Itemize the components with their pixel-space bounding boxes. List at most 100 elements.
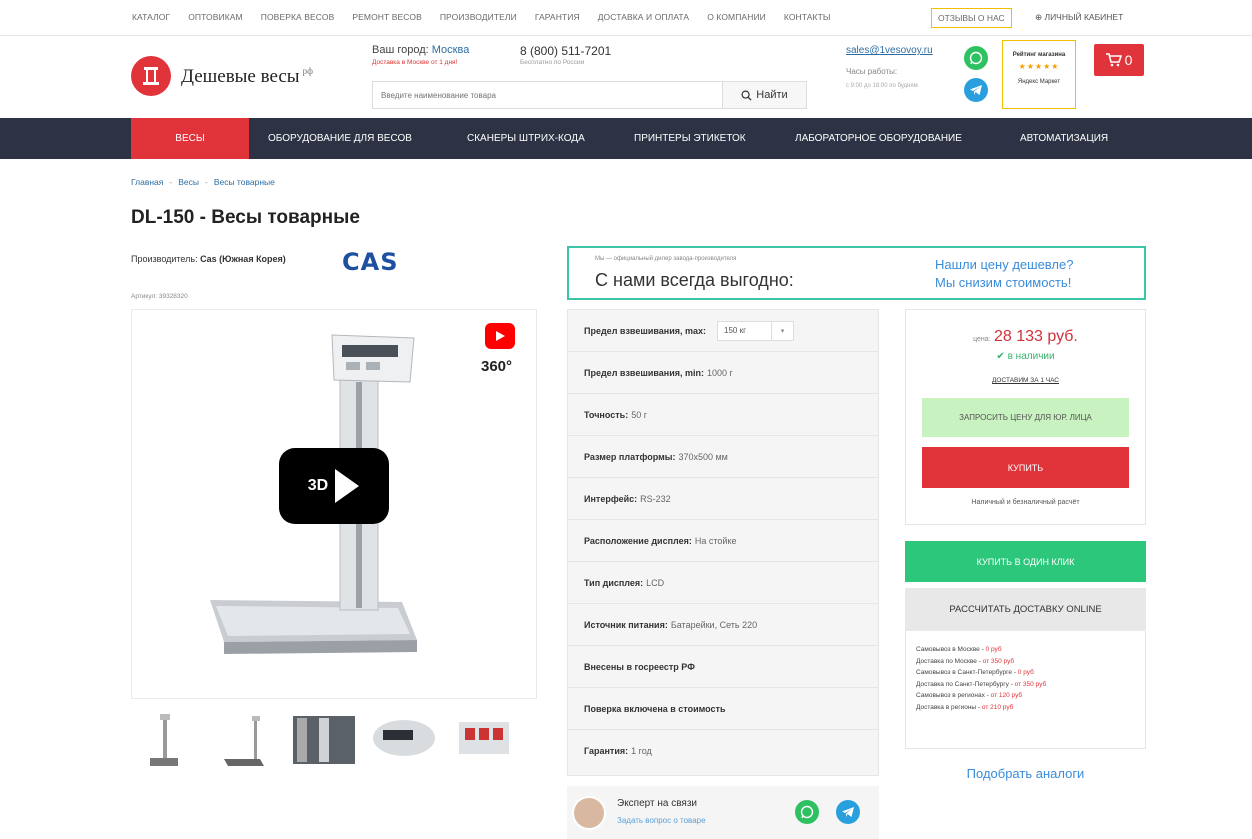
email-link[interactable]: sales@1vesovoy.ru xyxy=(846,45,933,56)
breadcrumb-current[interactable]: Весы товарные xyxy=(214,177,275,187)
logo-name: Дешевые весы xyxy=(181,66,300,87)
spec-value: На стойке xyxy=(694,535,737,546)
top-link-contacts[interactable]: Контакты xyxy=(784,12,831,22)
thumbnail[interactable] xyxy=(211,710,277,770)
product-image[interactable]: 360° 3D xyxy=(131,309,537,699)
store-rating-badge[interactable]: Рейтинг магазина ★★★★★ Яндекс Маркет xyxy=(1002,40,1076,109)
delivery-options: Самовывоз в Москве - 0 руб Доставка по М… xyxy=(905,631,1146,749)
thumbnail[interactable] xyxy=(131,710,197,770)
spec-value: 1000 г xyxy=(707,367,733,378)
spec-label: Тип дисплея: xyxy=(584,577,644,588)
city-delivery-note: Доставка в Москве от 1 дня! xyxy=(372,59,458,66)
delivery-text: Доставка в регионы - xyxy=(916,703,982,711)
nav-item-scanners[interactable]: Сканеры штрих-кода xyxy=(467,118,585,159)
breadcrumb-separator: - xyxy=(169,177,173,187)
calc-delivery-button[interactable]: Рассчитать доставку ONLINE xyxy=(905,588,1146,631)
top-link-bar: Каталог Оптовикам Поверка весов Ремонт в… xyxy=(0,0,1252,36)
promo-cheaper-link[interactable]: Нашли цену дешевле? xyxy=(935,257,1073,272)
telegram-icon xyxy=(970,85,982,95)
expert-contact: Эксперт на связи Задать вопрос о товаре xyxy=(567,786,879,839)
delivery-row: Самовывоз в Санкт-Петербурге - 0 руб xyxy=(916,667,1145,679)
phone-note: Бесплатно по России xyxy=(520,59,585,66)
expert-telegram-button[interactable] xyxy=(836,800,860,824)
stock-label: в наличии xyxy=(1007,351,1055,362)
nav-item-scales[interactable]: Весы xyxy=(131,118,249,159)
logo-text[interactable]: Дешевые весы рф xyxy=(181,66,313,88)
manufacturer: Производитель: Cas (Южная Корея) xyxy=(131,254,286,264)
breadcrumb-scales[interactable]: Весы xyxy=(178,177,199,187)
manufacturer-label: Производитель: xyxy=(131,254,198,264)
brand-logo[interactable]: CAS xyxy=(342,248,398,276)
request-legal-price-button[interactable]: Запросить цену для юр. лица xyxy=(922,398,1129,437)
city-label: Ваш город: xyxy=(372,44,429,56)
spec-row: Тип дисплея: LCD xyxy=(568,562,878,604)
breadcrumb: Главная - Весы - Весы товарные xyxy=(131,177,275,187)
whatsapp-icon xyxy=(800,805,814,819)
chevron-down-icon: ▾ xyxy=(771,321,793,340)
search-icon xyxy=(741,90,752,101)
avatar xyxy=(572,796,606,830)
city-selector[interactable]: Ваш город: Москва xyxy=(372,44,469,56)
delivery-row: Доставка по Москве - от 350 руб xyxy=(916,656,1145,668)
rating-stars: ★★★★★ xyxy=(1018,62,1060,71)
top-link-manufacturers[interactable]: Производители xyxy=(440,12,517,22)
top-link-about[interactable]: О компании xyxy=(707,12,766,22)
nav-item-equipment[interactable]: Оборудование для весов xyxy=(268,118,412,159)
promo-discount-link[interactable]: Мы снизим стоимость! xyxy=(935,275,1071,290)
stock-status: ✔ в наличии xyxy=(906,351,1145,362)
360-rotate-icon[interactable]: 360° xyxy=(481,358,512,375)
thumbnail[interactable] xyxy=(451,710,517,770)
3d-view-button[interactable]: 3D xyxy=(279,448,389,524)
find-analogs-link[interactable]: Подобрать аналоги xyxy=(905,766,1146,781)
top-link-catalog[interactable]: Каталог xyxy=(132,12,170,22)
youtube-button[interactable] xyxy=(485,323,515,349)
play-icon xyxy=(335,469,360,503)
expert-whatsapp-button[interactable] xyxy=(795,800,819,824)
hours-label: Часы работы: xyxy=(846,67,898,76)
manufacturer-value[interactable]: Cas (Южная Корея) xyxy=(200,254,286,264)
thumbnail-image xyxy=(224,716,264,766)
top-link-warranty[interactable]: Гарантия xyxy=(535,12,580,22)
reviews-link[interactable]: Отзывы о нас xyxy=(931,8,1012,28)
top-link-verification[interactable]: Поверка весов xyxy=(261,12,335,22)
search-input[interactable] xyxy=(373,82,723,108)
nav-item-automation[interactable]: Автоматизация xyxy=(1020,118,1108,159)
nav-item-lab[interactable]: Лабораторное оборудование xyxy=(795,118,962,159)
capacity-select[interactable]: 150 кг ▾ xyxy=(717,320,795,341)
spec-value: LCD xyxy=(646,577,665,588)
delivery-row: Доставка в регионы - от 210 руб xyxy=(916,702,1145,714)
logo[interactable] xyxy=(131,56,171,96)
delivery-price: 0 руб xyxy=(1017,669,1034,676)
whatsapp-button[interactable] xyxy=(964,46,988,70)
spec-label: Размер платформы: xyxy=(584,451,676,462)
sku: Артикул: 39328320 xyxy=(131,293,188,300)
rating-source: Яндекс Маркет xyxy=(1017,79,1061,85)
promo-dealer-note: Мы — официальный дилер завода-производит… xyxy=(595,256,737,262)
nav-item-printers[interactable]: Принтеры этикеток xyxy=(634,118,746,159)
buy-one-click-button[interactable]: Купить в один клик xyxy=(905,541,1146,582)
telegram-button[interactable] xyxy=(964,78,988,102)
city-value[interactable]: Москва xyxy=(432,44,470,56)
buy-button[interactable]: Купить xyxy=(922,447,1129,488)
main-nav: Весы Оборудование для весов Сканеры штри… xyxy=(0,118,1252,159)
payment-note: Наличный и безналичный расчёт xyxy=(971,499,1080,506)
search-button[interactable]: Найти xyxy=(722,82,806,108)
expert-title: Эксперт на связи xyxy=(617,798,697,809)
top-link-repair[interactable]: Ремонт весов xyxy=(352,12,422,22)
check-icon: ✔ xyxy=(996,351,1005,362)
breadcrumb-home[interactable]: Главная xyxy=(131,177,163,187)
expert-question-link[interactable]: Задать вопрос о товаре xyxy=(617,816,706,825)
cart-button[interactable]: 0 xyxy=(1094,44,1144,76)
thumbnail[interactable] xyxy=(291,710,357,770)
page-title: DL-150 - Весы товарные xyxy=(131,207,360,228)
thumbnail[interactable] xyxy=(371,710,437,770)
telegram-icon xyxy=(842,807,854,817)
delivery-1h-link[interactable]: доставим за 1 час xyxy=(906,377,1145,384)
phone-number[interactable]: 8 (800) 511-7201 xyxy=(520,44,611,58)
delivery-text: Доставка по Москве - xyxy=(916,657,983,665)
price-value: 28 133 руб. xyxy=(993,328,1078,345)
spec-label: Точность: xyxy=(584,409,629,420)
top-link-wholesale[interactable]: Оптовикам xyxy=(188,12,243,22)
cabinet-link[interactable]: ⊕ Личный кабинет xyxy=(1035,12,1123,23)
top-link-delivery[interactable]: Доставка и оплата xyxy=(598,12,690,22)
